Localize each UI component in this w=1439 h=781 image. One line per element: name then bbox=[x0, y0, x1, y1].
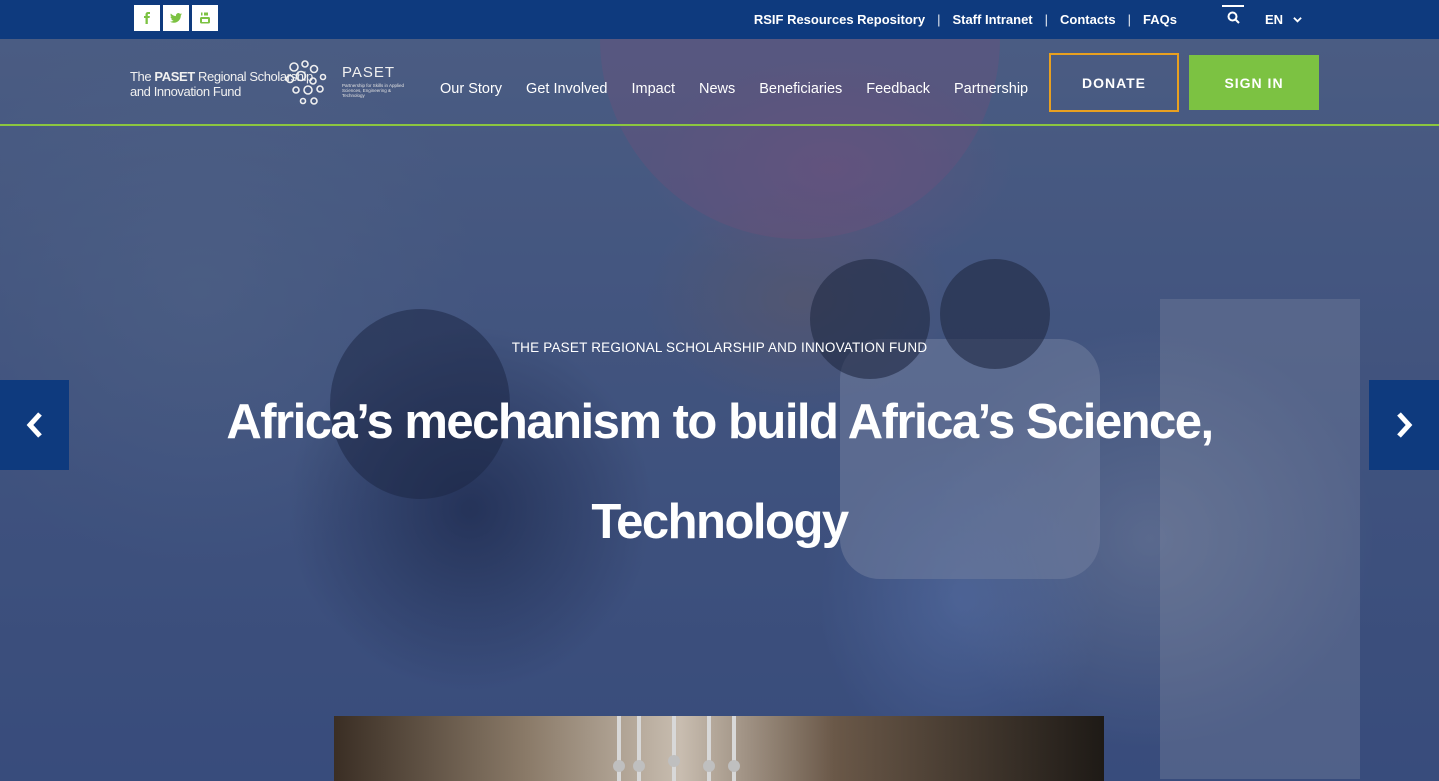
separator: | bbox=[937, 12, 941, 27]
search-button[interactable] bbox=[1222, 0, 1244, 39]
contacts-link[interactable]: Contacts bbox=[1060, 12, 1116, 27]
top-utility-bar: RSIF Resources Repository | Staff Intran… bbox=[0, 0, 1439, 39]
sign-in-button[interactable]: SIGN IN bbox=[1189, 55, 1319, 110]
rsif-resources-link[interactable]: RSIF Resources Repository bbox=[754, 12, 925, 27]
paset-wordmark: PASET bbox=[342, 64, 396, 81]
hero-eyebrow: THE PASET REGIONAL SCHOLARSHIP AND INNOV… bbox=[511, 340, 928, 355]
nav-impact[interactable]: Impact bbox=[631, 81, 675, 97]
logo-line2: and Innovation Fund bbox=[130, 84, 241, 99]
featured-image bbox=[334, 716, 1104, 781]
twitter-icon bbox=[170, 13, 182, 23]
nav-get-involved[interactable]: Get Involved bbox=[526, 81, 607, 97]
carousel-next-button[interactable] bbox=[1369, 380, 1439, 470]
twitter-link[interactable] bbox=[163, 5, 189, 31]
utility-links: RSIF Resources Repository | Staff Intran… bbox=[754, 0, 1177, 39]
carousel-prev-button[interactable] bbox=[0, 380, 69, 470]
facebook-icon bbox=[144, 12, 150, 24]
lab-equipment-image bbox=[613, 716, 740, 781]
primary-nav-links: Our Story Get Involved Impact News Benef… bbox=[440, 39, 1028, 139]
search-icon bbox=[1227, 11, 1240, 24]
nav-news[interactable]: News bbox=[699, 81, 735, 97]
youtube-icon bbox=[200, 12, 210, 24]
logo-line1-bold: PASET bbox=[154, 69, 195, 84]
chevron-down-icon bbox=[1293, 17, 1302, 23]
chevron-right-icon bbox=[1397, 412, 1413, 438]
separator: | bbox=[1127, 12, 1132, 27]
nav-partnership[interactable]: Partnership bbox=[954, 81, 1028, 97]
donate-button[interactable]: DONATE bbox=[1049, 53, 1179, 112]
search-indicator bbox=[1222, 5, 1244, 7]
paset-tagline: Partnership for Skills in Applied Scienc… bbox=[342, 83, 405, 98]
nav-our-story[interactable]: Our Story bbox=[440, 81, 502, 97]
facebook-link[interactable] bbox=[134, 5, 160, 31]
hero-headline: Africa’s mechanism to build Africa’s Sci… bbox=[226, 395, 1214, 549]
paset-logo-icon bbox=[285, 60, 327, 105]
faqs-link[interactable]: FAQs bbox=[1143, 12, 1177, 27]
separator: | bbox=[1044, 12, 1049, 27]
language-selector[interactable]: EN bbox=[1265, 0, 1302, 39]
nav-beneficiaries[interactable]: Beneficiaries bbox=[759, 81, 842, 97]
social-links bbox=[134, 5, 218, 31]
chevron-left-icon bbox=[26, 412, 42, 438]
main-navigation: The PASET Regional Scholarship and Innov… bbox=[0, 39, 1439, 126]
site-logo[interactable]: The PASET Regional Scholarship and Innov… bbox=[130, 59, 410, 109]
logo-line1-prefix: The bbox=[130, 69, 155, 84]
nav-feedback[interactable]: Feedback bbox=[866, 81, 930, 97]
youtube-link[interactable] bbox=[192, 5, 218, 31]
language-label: EN bbox=[1265, 12, 1284, 27]
staff-intranet-link[interactable]: Staff Intranet bbox=[952, 12, 1032, 27]
